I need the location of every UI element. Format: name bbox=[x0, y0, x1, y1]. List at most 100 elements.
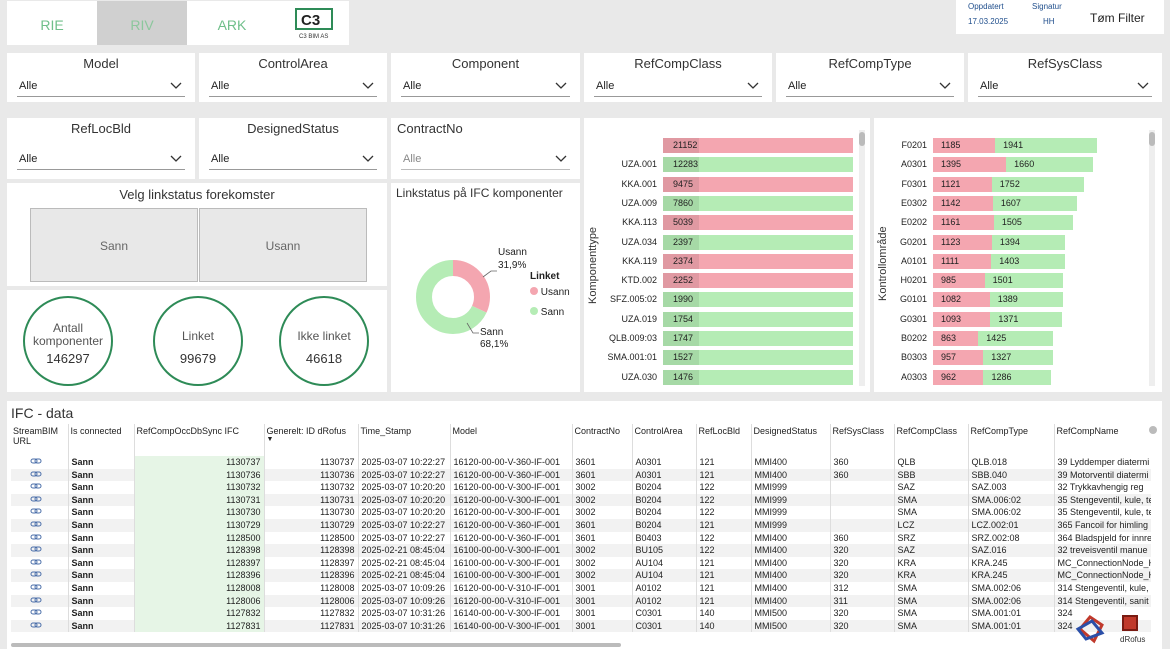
column-header[interactable]: Time_Stamp bbox=[358, 424, 451, 456]
column-header[interactable]: ControlArea bbox=[632, 424, 697, 456]
table-cell[interactable] bbox=[11, 481, 69, 494]
scrollbar-thumb[interactable] bbox=[1149, 132, 1155, 146]
table-row[interactable]: Sann 1130732 1130732 2025-03-07 10:20:20 161… bbox=[11, 481, 1151, 494]
table-row[interactable]: Sann 1128500 1128500 2025-03-07 10:22:27 161… bbox=[11, 531, 1151, 545]
komponenttype-scrollbar[interactable] bbox=[859, 130, 865, 386]
bar-row[interactable]: H0201 985 1501 bbox=[900, 273, 1097, 289]
link-icon[interactable] bbox=[30, 583, 42, 593]
column-header[interactable]: DesignedStatus bbox=[751, 424, 831, 456]
column-header[interactable]: RefCompName bbox=[1054, 424, 1151, 456]
bar-row[interactable]: E0302 1142 1607 bbox=[901, 195, 1097, 211]
column-header[interactable]: RefCompType bbox=[968, 424, 1055, 456]
bar-row[interactable]: B0202 863 1425 bbox=[901, 331, 1097, 346]
tab-rie[interactable]: RIE bbox=[7, 1, 97, 45]
table-cell[interactable] bbox=[11, 544, 69, 557]
legend-item-sann[interactable]: Sann bbox=[530, 307, 564, 318]
table-cell[interactable] bbox=[11, 607, 69, 620]
table-cell[interactable] bbox=[11, 493, 69, 507]
bar-row[interactable]: UZA.034 2397 bbox=[621, 234, 853, 250]
bar-row[interactable]: UZA.001 12283 bbox=[621, 157, 853, 173]
link-icon[interactable] bbox=[30, 596, 42, 606]
bar-row[interactable]: QLB.009:03 1747 bbox=[609, 331, 853, 346]
controlarea-dropdown[interactable]: Alle bbox=[209, 75, 377, 97]
column-header[interactable]: RefSysClass bbox=[830, 424, 895, 456]
column-header[interactable]: Is connected bbox=[68, 424, 135, 456]
link-icon[interactable] bbox=[30, 533, 42, 543]
link-icon[interactable] bbox=[30, 495, 42, 505]
bar-row[interactable]: A0101 1111 1403 bbox=[901, 253, 1097, 269]
table-row[interactable]: Sann 1130737 1130737 2025-03-07 10:22:27 161… bbox=[11, 456, 1151, 469]
table-cell[interactable] bbox=[11, 581, 69, 595]
clear-filter-button[interactable]: Tøm Filter bbox=[1090, 11, 1145, 25]
table-cell[interactable] bbox=[11, 531, 69, 545]
designedstatus-dropdown[interactable]: Alle bbox=[209, 148, 377, 170]
link-icon[interactable] bbox=[30, 558, 42, 568]
refcompclass-dropdown[interactable]: Alle bbox=[594, 75, 762, 97]
link-icon[interactable] bbox=[30, 545, 42, 555]
refcomptype-dropdown[interactable]: Alle bbox=[786, 75, 954, 97]
bar-row[interactable]: F0301 1121 1752 bbox=[901, 176, 1097, 192]
component-dropdown[interactable]: Alle bbox=[401, 75, 570, 97]
kontrollomrade-scrollbar[interactable] bbox=[1149, 130, 1155, 386]
table-row[interactable]: Sann 1128398 1128398 2025-02-21 08:45:04 161… bbox=[11, 544, 1151, 557]
column-header[interactable]: ContractNo bbox=[572, 424, 633, 456]
tab-ark[interactable]: ARK bbox=[187, 1, 277, 45]
table-cell[interactable] bbox=[11, 619, 69, 633]
bar-row[interactable]: A0301 1395 1660 bbox=[901, 157, 1097, 173]
table-cell[interactable] bbox=[11, 518, 69, 532]
bar-row[interactable]: SMA.001:01 1527 bbox=[607, 350, 853, 366]
bar-row[interactable]: B0303 957 1327 bbox=[901, 350, 1097, 366]
column-header[interactable]: StreamBIM URL bbox=[11, 424, 69, 456]
table-cell[interactable] bbox=[11, 456, 69, 469]
bar-row[interactable]: KKA.113 5039 bbox=[622, 215, 853, 231]
link-icon[interactable] bbox=[30, 621, 42, 631]
reflocbld-dropdown[interactable]: Alle bbox=[17, 148, 185, 170]
table-row[interactable]: Sann 1127831 1127831 2025-03-07 10:31:26 161… bbox=[11, 619, 1151, 633]
table-row[interactable]: Sann 1128008 1128008 2025-03-07 10:09:26 161… bbox=[11, 581, 1151, 595]
bar-row[interactable]: UZA.009 7860 bbox=[621, 195, 853, 211]
horizontal-scrollbar[interactable] bbox=[11, 643, 621, 647]
column-header[interactable]: RefCompOccDbSync IFC bbox=[134, 424, 265, 456]
bar-row[interactable]: A0303 962 1286 bbox=[901, 369, 1097, 385]
table-row[interactable]: Sann 1127832 1127832 2025-03-07 10:31:26 161… bbox=[11, 607, 1151, 620]
table-cell[interactable] bbox=[11, 569, 69, 582]
link-icon[interactable] bbox=[30, 482, 42, 492]
bar-row[interactable]: G0201 1123 1394 bbox=[900, 234, 1097, 250]
link-icon[interactable] bbox=[30, 608, 42, 618]
table-cell[interactable] bbox=[11, 468, 69, 482]
table-row[interactable]: Sann 1128006 1128006 2025-03-07 10:09:26 161… bbox=[11, 594, 1151, 608]
refsysclass-dropdown[interactable]: Alle bbox=[978, 75, 1152, 97]
bar-row[interactable]: G0301 1093 1371 bbox=[900, 311, 1097, 327]
bar-row[interactable]: KKA.119 2374 bbox=[622, 253, 853, 269]
table-row[interactable]: Sann 1128397 1128397 2025-02-21 08:45:04 161… bbox=[11, 556, 1151, 570]
link-icon[interactable] bbox=[30, 470, 42, 480]
table-row[interactable]: Sann 1130736 1130736 2025-03-07 10:22:27 161… bbox=[11, 468, 1151, 482]
bar-row[interactable]: F0201 1185 1941 bbox=[901, 138, 1097, 153]
legend-item-usann[interactable]: Usann bbox=[530, 287, 570, 298]
bar-row[interactable]: E0202 1161 1505 bbox=[901, 215, 1097, 231]
contractno-dropdown[interactable]: Alle bbox=[401, 148, 570, 170]
bar-row[interactable]: 21152 bbox=[663, 138, 853, 153]
table-cell[interactable] bbox=[11, 594, 69, 608]
bar-row[interactable]: KTD.002 2252 bbox=[621, 273, 853, 289]
link-icon[interactable] bbox=[30, 507, 42, 517]
tab-riv[interactable]: RIV bbox=[97, 1, 187, 45]
bar-row[interactable]: SFZ.005:02 1990 bbox=[610, 292, 853, 308]
table-cell[interactable] bbox=[11, 506, 69, 519]
sort-desc-icon[interactable]: ▼ bbox=[267, 436, 356, 443]
link-icon[interactable] bbox=[30, 570, 42, 580]
bar-row[interactable]: KKA.001 9475 bbox=[621, 176, 853, 192]
table-row[interactable]: Sann 1128396 1128396 2025-02-21 08:45:04 161… bbox=[11, 569, 1151, 582]
table-row[interactable]: Sann 1130729 1130729 2025-03-07 10:22:27 161… bbox=[11, 518, 1151, 532]
column-header[interactable]: Generelt: ID dRofus ▼ bbox=[264, 424, 359, 456]
scrollbar-thumb[interactable] bbox=[859, 132, 865, 146]
bar-row[interactable]: G0101 1082 1389 bbox=[900, 292, 1097, 308]
table-cell[interactable] bbox=[11, 556, 69, 570]
column-header[interactable]: Model bbox=[450, 424, 573, 456]
bar-row[interactable]: UZA.030 1476 bbox=[621, 369, 853, 385]
column-header[interactable]: RefLocBld bbox=[696, 424, 752, 456]
link-icon[interactable] bbox=[30, 520, 42, 530]
column-header[interactable]: RefCompClass bbox=[894, 424, 969, 456]
usann-button[interactable]: Usann bbox=[199, 208, 367, 282]
sann-button[interactable]: Sann bbox=[30, 208, 198, 282]
